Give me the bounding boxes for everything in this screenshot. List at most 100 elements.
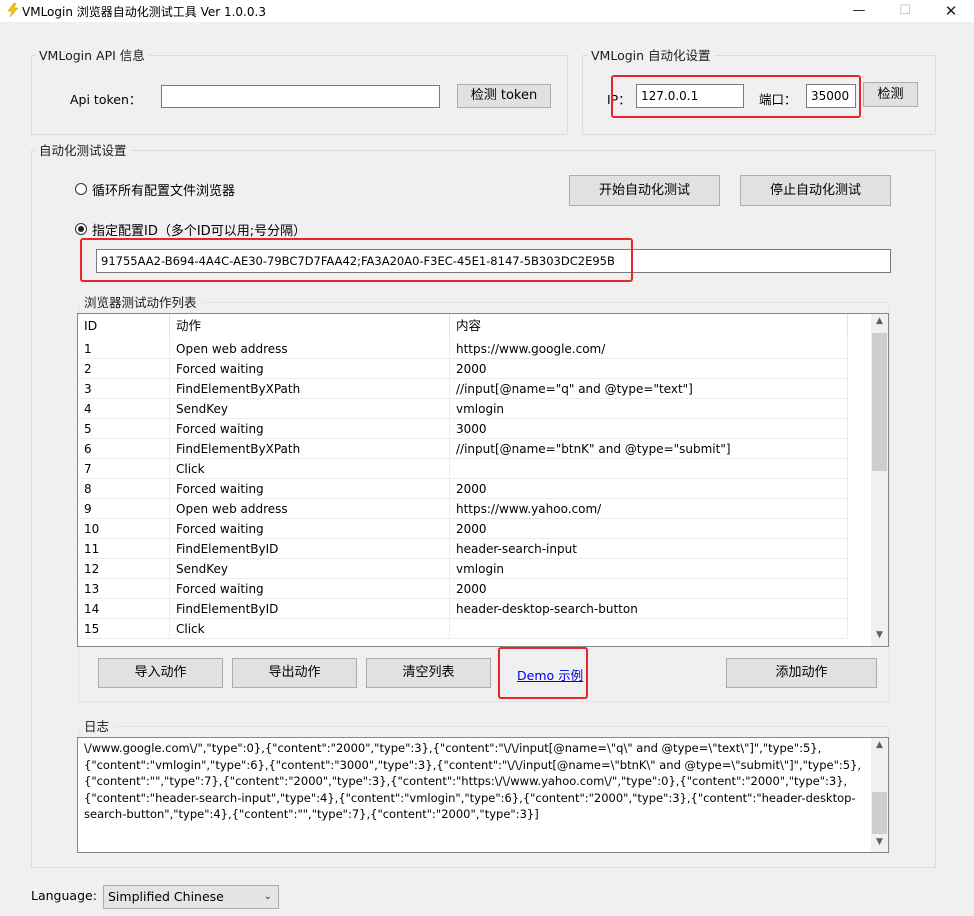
cell-content <box>450 459 848 479</box>
cell-id: 3 <box>78 379 170 399</box>
maximize-button[interactable]: ☐ <box>882 0 928 22</box>
test-group-legend: 自动化测试设置 <box>35 140 131 159</box>
actions-scroll-thumb[interactable] <box>872 333 887 471</box>
cell-id: 7 <box>78 459 170 479</box>
cell-content: //input[@name="q" and @type="text"] <box>450 379 848 399</box>
cell-action: Forced waiting <box>170 579 450 599</box>
cell-action: FindElementByXPath <box>170 379 450 399</box>
start-test-button[interactable]: 开始自动化测试 <box>569 175 720 206</box>
minimize-button[interactable]: — <box>836 0 882 22</box>
actions-table[interactable]: ID 动作 内容 1 Open web address https://www.go… <box>77 313 889 647</box>
profile-ids-highlight-box <box>80 238 633 282</box>
log-textarea[interactable]: \/www.google.com\/","type":0},{"content"… <box>77 737 889 853</box>
radio-loop-all[interactable] <box>75 183 87 195</box>
cell-id: 6 <box>78 439 170 459</box>
table-row[interactable]: 2 Forced waiting 2000 <box>78 359 848 379</box>
log-line: \/www.google.com\/","type":0},{"content"… <box>84 741 822 755</box>
ip-port-highlight-box <box>611 75 861 118</box>
table-row[interactable]: 6 FindElementByXPath//input[@name="btnK" … <box>78 439 848 459</box>
column-header-content[interactable]: 内容 <box>450 314 848 338</box>
close-icon: ✕ <box>944 2 958 20</box>
cell-id: 8 <box>78 479 170 499</box>
table-row[interactable]: 11 FindElementByID header-search-input <box>78 539 848 559</box>
scroll-up-arrow-icon[interactable]: ▲ <box>871 316 888 326</box>
title-bar: VMLogin 浏览器自动化测试工具 Ver 1.0.0.3 — ☐ ✕ <box>0 0 974 22</box>
log-line: {"content":"vmlogin","type":6},{"content… <box>84 757 862 772</box>
cell-content: 2000 <box>450 359 848 379</box>
scroll-down-arrow-icon[interactable]: ▼ <box>871 630 888 640</box>
log-line: {"content":"","type":7},{"content":"2000… <box>84 774 848 788</box>
api-group-legend: VMLogin API 信息 <box>35 45 149 64</box>
radio-loop-all-label[interactable]: 循环所有配置文件浏览器 <box>92 180 235 199</box>
window-title: VMLogin 浏览器自动化测试工具 Ver 1.0.0.3 <box>22 5 266 19</box>
cell-id: 4 <box>78 399 170 419</box>
table-row[interactable]: 1 Open web address https://www.google.com/ <box>78 339 848 359</box>
cell-action: FindElementByID <box>170 539 450 559</box>
table-row[interactable]: 8 Forced waiting 2000 <box>78 479 848 499</box>
cell-action: Open web address <box>170 339 450 359</box>
radio-specified-ids[interactable] <box>75 223 87 235</box>
log-scroll-up-arrow-icon[interactable]: ▲ <box>871 740 888 750</box>
log-content: \/www.google.com\/","type":0},{"content"… <box>84 740 864 850</box>
log-scrollbar[interactable]: ▲ ▼ <box>871 738 888 852</box>
language-selected-value: Simplified Chinese <box>108 889 224 904</box>
auto-group-legend: VMLogin 自动化设置 <box>587 45 715 64</box>
cell-content: vmlogin <box>450 559 848 579</box>
cell-id: 10 <box>78 519 170 539</box>
cell-action: Open web address <box>170 499 450 519</box>
table-row[interactable]: 9 Open web address https://www.yahoo.com/ <box>78 499 848 519</box>
maximize-icon: ☐ <box>899 3 911 18</box>
import-actions-button[interactable]: 导入动作 <box>98 658 223 688</box>
cell-id: 11 <box>78 539 170 559</box>
log-scroll-down-arrow-icon[interactable]: ▼ <box>871 837 888 847</box>
export-actions-button[interactable]: 导出动作 <box>232 658 357 688</box>
cell-action: Forced waiting <box>170 479 450 499</box>
cell-content: //input[@name="btnK" and @type="submit"] <box>450 439 848 459</box>
cell-id: 13 <box>78 579 170 599</box>
cell-action: SendKey <box>170 559 450 579</box>
log-line: {"content":"header-search-input","type":… <box>84 790 856 805</box>
cell-content: vmlogin <box>450 399 848 419</box>
table-row[interactable]: 5 Forced waiting 3000 <box>78 419 848 439</box>
log-group-legend: 日志 <box>80 716 114 735</box>
cell-id: 2 <box>78 359 170 379</box>
table-row[interactable]: 12 SendKey vmlogin <box>78 559 848 579</box>
close-button[interactable]: ✕ <box>928 0 974 22</box>
cell-content: https://www.google.com/ <box>450 339 848 359</box>
cell-action: Forced waiting <box>170 419 450 439</box>
check-token-button[interactable]: 检测 token <box>457 84 551 108</box>
cell-action: Click <box>170 619 450 639</box>
table-row[interactable]: 15 Click <box>78 619 848 639</box>
table-row[interactable]: 10 Forced waiting 2000 <box>78 519 848 539</box>
cell-content: header-search-input <box>450 539 848 559</box>
table-row[interactable]: 13 Forced waiting 2000 <box>78 579 848 599</box>
column-header-id[interactable]: ID <box>78 314 170 338</box>
add-action-button[interactable]: 添加动作 <box>726 658 877 688</box>
cell-id: 12 <box>78 559 170 579</box>
radio-specified-ids-label[interactable]: 指定配置ID（多个ID可以用;号分隔） <box>92 220 306 239</box>
app-lightning-icon <box>7 3 19 17</box>
table-row[interactable]: 3 FindElementByXPath//input[@name="q" and… <box>78 379 848 399</box>
api-token-label: Api token： <box>70 92 142 107</box>
column-header-action[interactable]: 动作 <box>170 314 450 338</box>
cell-content: https://www.yahoo.com/ <box>450 499 848 519</box>
cell-content: 2000 <box>450 579 848 599</box>
table-row[interactable]: 4 SendKey vmlogin <box>78 399 848 419</box>
cell-action: SendKey <box>170 399 450 419</box>
cell-content: header-desktop-search-button <box>450 599 848 619</box>
language-select[interactable]: Simplified Chinese ⌄ <box>103 885 279 909</box>
cell-action: Click <box>170 459 450 479</box>
log-scroll-thumb[interactable] <box>872 792 887 834</box>
actions-table-scrollbar[interactable]: ▲ ▼ <box>871 314 888 646</box>
cell-id: 9 <box>78 499 170 519</box>
cell-content: 2000 <box>450 519 848 539</box>
table-row[interactable]: 7 Click <box>78 459 848 479</box>
stop-test-button[interactable]: 停止自动化测试 <box>740 175 891 206</box>
cell-content: 3000 <box>450 419 848 439</box>
cell-action: FindElementByID <box>170 599 450 619</box>
table-row[interactable]: 14 FindElementByID header-desktop-search-b… <box>78 599 848 619</box>
check-connection-button[interactable]: 检测 <box>863 82 918 107</box>
clear-list-button[interactable]: 清空列表 <box>366 658 491 688</box>
api-token-input[interactable] <box>161 85 440 108</box>
demo-highlight-box <box>498 647 588 699</box>
